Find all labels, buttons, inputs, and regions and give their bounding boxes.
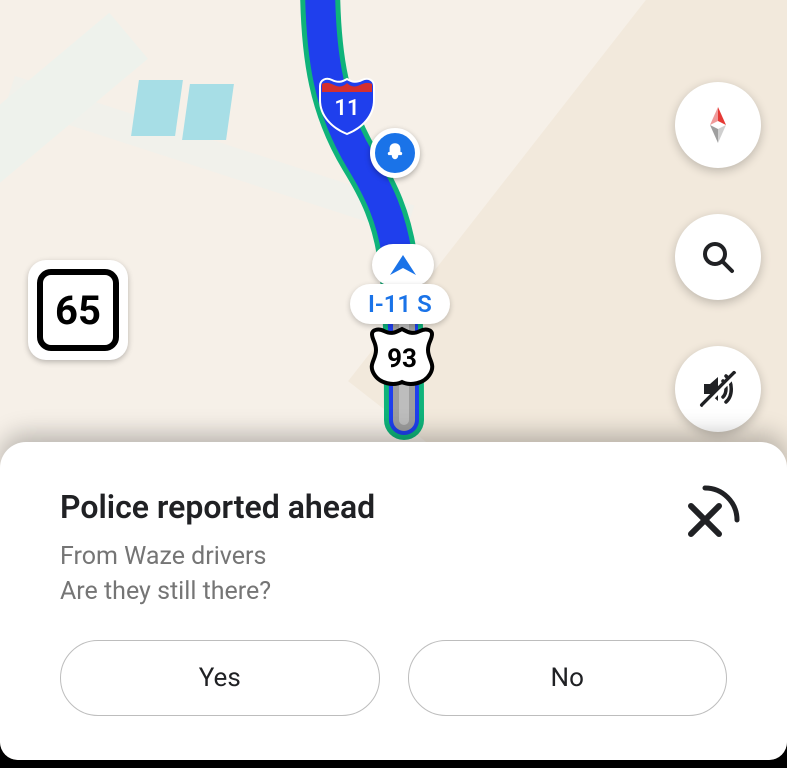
sound-button[interactable] [675,346,761,432]
compass-button[interactable] [675,82,761,168]
alert-title: Police reported ahead [60,488,727,526]
current-route-label: I-11 S [350,284,450,324]
police-report-icon[interactable] [370,128,420,178]
speed-limit-value: 65 [37,269,119,351]
us-route-number: 93 [366,326,438,388]
speed-limit-sign: 65 [28,260,128,360]
alert-actions: Yes No [60,640,727,716]
compass-icon [696,103,740,147]
interstate-number: 11 [316,74,378,136]
sound-muted-icon [696,367,740,411]
alert-prompt: Are they still there? [60,577,727,606]
us-route-shield: 93 [366,326,438,388]
yes-button[interactable]: Yes [60,640,380,716]
map-viewport[interactable]: 65 11 I-11 S 93 [0,0,787,760]
navigation-arrow [372,244,434,286]
no-button[interactable]: No [408,640,728,716]
alert-source: From Waze drivers [60,542,727,571]
interstate-shield: 11 [316,74,378,136]
search-button[interactable] [675,214,761,300]
search-icon [698,237,738,277]
close-icon [667,482,743,558]
close-button[interactable] [667,482,743,558]
alert-bottom-sheet: Police reported ahead From Waze drivers … [0,442,787,760]
